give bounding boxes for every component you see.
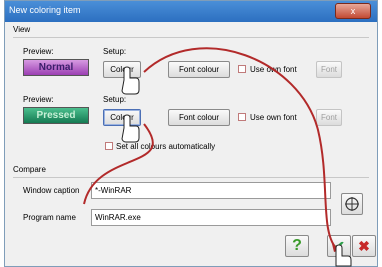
ok-button[interactable]: ✔ [327, 235, 351, 257]
compare-group-divider [13, 177, 369, 178]
colour-button-normal[interactable]: Colour [103, 61, 141, 78]
cancel-icon: ✖ [358, 238, 370, 254]
preview-pressed: Pressed [23, 107, 89, 124]
dialog-window: New coloring item x View Preview: Normal… [4, 0, 378, 267]
cancel-button[interactable]: ✖ [352, 235, 376, 257]
setup-label-pressed: Setup: [103, 95, 127, 104]
compare-section-label: Compare [13, 165, 46, 174]
setup-label-normal: Setup: [103, 47, 127, 56]
view-group-divider [13, 37, 369, 38]
close-button[interactable]: x [335, 3, 371, 19]
window-caption-input[interactable]: *-WinRAR [91, 182, 331, 199]
ok-icon: ✔ [333, 238, 345, 254]
preview-normal: Normal [23, 59, 89, 76]
program-name-label: Program name [23, 213, 76, 222]
colour-button-pressed[interactable]: Colour [103, 109, 141, 126]
close-icon: x [350, 6, 356, 16]
window-picker-button[interactable] [341, 193, 363, 215]
view-section-label: View [13, 25, 31, 34]
target-icon [345, 197, 359, 211]
window-caption-label: Window caption [23, 186, 80, 195]
font-colour-button-normal[interactable]: Font colour [168, 61, 230, 78]
help-icon: ? [292, 237, 302, 254]
use-own-font-checkbox-pressed[interactable] [238, 113, 246, 121]
set-all-colours-checkbox[interactable] [105, 142, 113, 150]
help-button[interactable]: ? [285, 235, 309, 257]
use-own-font-checkbox-normal[interactable] [238, 65, 246, 73]
title-bar: New coloring item x [5, 1, 377, 22]
font-button-normal[interactable]: Font [316, 61, 342, 78]
font-colour-button-pressed[interactable]: Font colour [168, 109, 230, 126]
preview-label-normal: Preview: [23, 47, 54, 56]
window-title: New coloring item [9, 5, 81, 15]
program-name-input[interactable]: WinRAR.exe [91, 209, 331, 226]
preview-label-pressed: Preview: [23, 95, 54, 104]
use-own-font-label-normal: Use own font [250, 65, 297, 74]
font-button-pressed[interactable]: Font [316, 109, 342, 126]
use-own-font-label-pressed: Use own font [250, 113, 297, 122]
set-all-colours-label: Set all colours automatically [116, 142, 216, 151]
